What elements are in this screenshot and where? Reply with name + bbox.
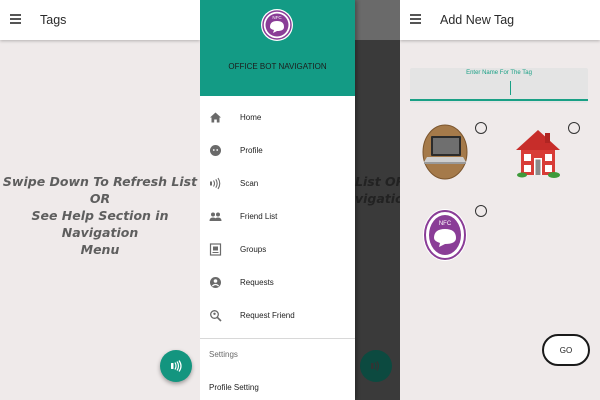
nav-item-request-friend[interactable]: Request Friend [200, 304, 355, 328]
nav-item-requests[interactable]: Requests [200, 271, 355, 295]
navigation-drawer-screen: List OR vigation NFC OFFICE BOT NAVIGATI… [200, 0, 400, 400]
tag-name-input[interactable]: Enter Name For The Tag [410, 68, 588, 103]
laptop-icon[interactable] [422, 124, 468, 180]
house-icon[interactable] [514, 124, 562, 180]
nav-item-groups[interactable]: Groups [200, 238, 355, 262]
nfc-logo-text: NFC [272, 15, 282, 20]
nav-item-friend-list[interactable]: Friend List [200, 205, 355, 229]
dimmed-message-line: List OR [355, 174, 400, 189]
navigation-drawer: NFC OFFICE BOT NAVIGATION Home Profile S… [200, 0, 355, 400]
add-new-tag-screen: Add New Tag Enter Name For The Tag NFC G… [400, 0, 600, 400]
menu-icon[interactable] [410, 14, 421, 24]
input-underline [410, 99, 588, 101]
dimmed-app-bar [355, 0, 400, 40]
nfc-icon [210, 177, 221, 190]
tag-name-placeholder: Enter Name For The Tag [466, 70, 532, 76]
nav-label: Scan [240, 179, 259, 188]
nav-label: Groups [240, 245, 267, 254]
dimmed-empty-message: List OR vigation [355, 173, 400, 207]
dimmed-message-line: vigation [355, 191, 400, 206]
empty-message-line: Menu [80, 242, 120, 257]
nav-item-profile-setting[interactable]: Profile Setting [209, 383, 259, 392]
go-button[interactable]: GO [542, 334, 590, 366]
nfc-logo-icon: NFC [261, 9, 293, 41]
tags-app-bar: Tags [0, 0, 200, 40]
home-icon [210, 112, 221, 123]
nav-label: Home [240, 113, 262, 122]
nfc-scan-icon [371, 361, 380, 371]
menu-icon[interactable] [10, 14, 21, 24]
text-cursor [510, 81, 512, 95]
settings-section-label: Settings [209, 350, 238, 359]
empty-message-line: Swipe Down To Refresh List OR [2, 174, 198, 206]
scan-fab-button[interactable] [160, 350, 192, 382]
nfc-scan-icon [171, 360, 182, 372]
nav-label: Requests [240, 278, 274, 287]
tag-radio-laptop[interactable] [475, 122, 487, 134]
tag-radio-house[interactable] [568, 122, 580, 134]
nav-item-home[interactable]: Home [200, 106, 355, 130]
people-icon [209, 212, 222, 221]
nfc-logo-icon[interactable]: NFC [422, 208, 468, 262]
nfc-logo-text: NFC [439, 221, 452, 227]
nav-label: Request Friend [240, 311, 295, 320]
empty-list-message: Swipe Down To Refresh List OR See Help S… [0, 173, 200, 258]
person-search-icon [210, 310, 222, 322]
empty-message-line: See Help Section in Navigation [31, 208, 169, 240]
drawer-divider [200, 338, 355, 339]
account-icon [210, 277, 221, 288]
tag-radio-nfc[interactable] [475, 205, 487, 217]
drawer-header: NFC OFFICE BOT NAVIGATION [200, 0, 355, 96]
nav-label: Profile [240, 146, 263, 155]
nav-item-profile[interactable]: Profile [200, 139, 355, 163]
group-icon [209, 243, 222, 256]
nav-item-scan[interactable]: Scan [200, 172, 355, 196]
nav-label: Friend List [240, 212, 278, 221]
profile-icon [210, 145, 221, 156]
page-title: Tags [40, 13, 67, 27]
dimmed-scan-fab [360, 350, 392, 382]
add-tag-app-bar: Add New Tag [400, 0, 600, 40]
drawer-title: OFFICE BOT NAVIGATION [228, 62, 327, 71]
page-title: Add New Tag [440, 13, 515, 27]
tags-screen: Tags Swipe Down To Refresh List OR See H… [0, 0, 200, 400]
